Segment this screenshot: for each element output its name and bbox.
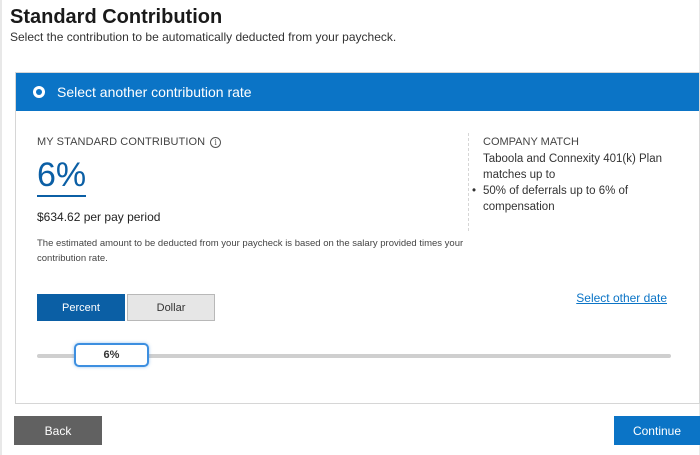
per-pay-period-amount: $634.62 per pay period (37, 210, 161, 224)
contribution-option-radio-row[interactable]: Select another contribution rate (16, 73, 699, 111)
page-header: Standard Contribution Select the contrib… (10, 4, 700, 45)
column-divider (468, 133, 469, 231)
company-match-panel: COMPANY MATCH Taboola and Connexity 401(… (472, 136, 693, 215)
company-match-list: 50% of deferrals up to 6% of compensatio… (471, 183, 693, 215)
company-match-title: COMPANY MATCH (483, 136, 579, 148)
contribution-card: Select another contribution rate MY STAN… (15, 72, 700, 404)
info-icon[interactable]: i (210, 136, 222, 148)
back-button[interactable]: Back (14, 416, 102, 445)
left-edge (0, 0, 2, 455)
contribution-option-label: Select another contribution rate (57, 84, 252, 100)
company-match-text: Taboola and Connexity 401(k) Plan matche… (483, 153, 663, 181)
company-match-item: 50% of deferrals up to 6% of compensatio… (471, 183, 693, 215)
slider-thumb[interactable]: 6% (74, 343, 149, 367)
unit-toggle: Percent Dollar (37, 294, 215, 321)
radio-selected-icon[interactable] (33, 86, 45, 98)
estimate-note: The estimated amount to be deducted from… (37, 238, 464, 264)
select-other-date-link[interactable]: Select other date (576, 291, 667, 305)
contribution-rate[interactable]: 6% (37, 155, 87, 197)
contribution-label-row: MY STANDARD CONTRIBUTION i (37, 136, 467, 148)
page-subtitle: Select the contribution to be automatica… (10, 30, 397, 44)
contribution-slider[interactable]: 6% (37, 343, 671, 367)
page-title: Standard Contribution (10, 6, 223, 28)
continue-button[interactable]: Continue (614, 416, 700, 445)
contribution-details: MY STANDARD CONTRIBUTION i 6% $634.62 pe… (37, 136, 467, 266)
dollar-button[interactable]: Dollar (127, 294, 215, 321)
contribution-label: MY STANDARD CONTRIBUTION (37, 136, 206, 148)
percent-button[interactable]: Percent (37, 294, 125, 321)
